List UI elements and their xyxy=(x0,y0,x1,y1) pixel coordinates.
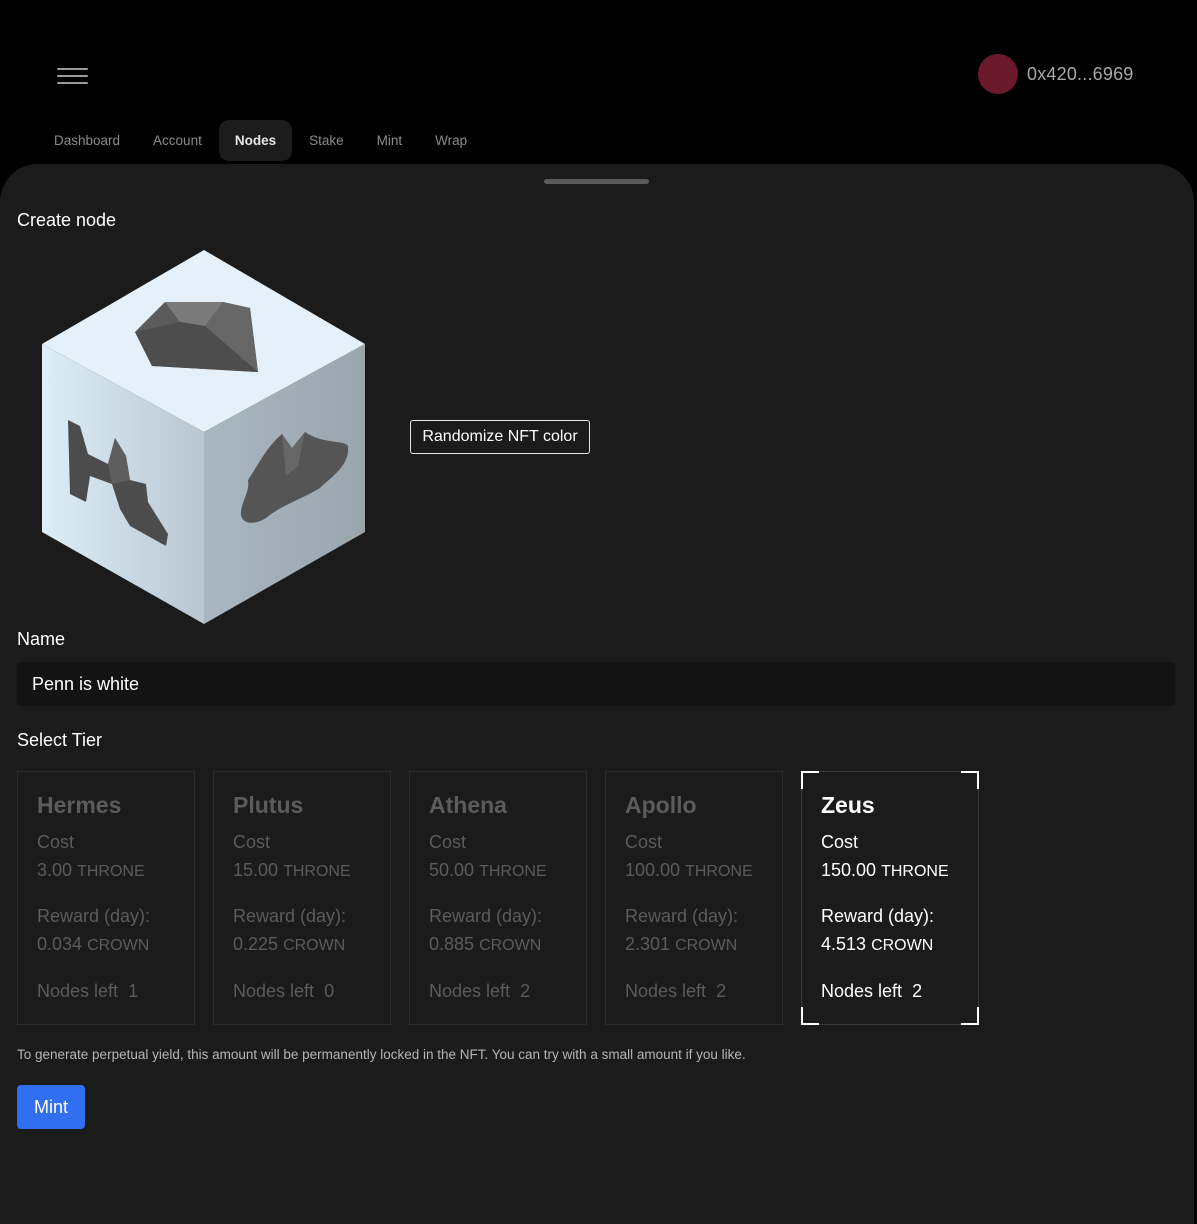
tab-mint[interactable]: Mint xyxy=(361,120,419,161)
nodes-left-count: 2 xyxy=(716,981,727,1001)
nav-tabs: Dashboard Account Nodes Stake Mint Wrap xyxy=(38,120,484,161)
tab-nodes[interactable]: Nodes xyxy=(218,120,293,161)
node-name-input[interactable] xyxy=(17,662,1175,706)
nodes-left-label: Nodes left xyxy=(625,981,707,1001)
menu-line xyxy=(57,75,88,77)
tab-wrap[interactable]: Wrap xyxy=(419,120,483,161)
cost-value: 3.00 THRONE xyxy=(37,856,175,884)
nodes-left: Nodes left 2 xyxy=(625,977,763,1005)
selection-corner xyxy=(961,771,979,789)
cost-value: 15.00 THRONE xyxy=(233,856,371,884)
nodes-left: Nodes left 2 xyxy=(429,977,567,1005)
nodes-left-label: Nodes left xyxy=(37,981,119,1001)
tier-name: Apollo xyxy=(625,792,697,818)
reward-label: Reward (day): xyxy=(37,906,151,926)
selection-corner xyxy=(801,771,819,789)
reward-value: 0.885 CROWN xyxy=(429,930,567,958)
nodes-left: Nodes left 0 xyxy=(233,977,371,1005)
reward-value: 0.225 CROWN xyxy=(233,930,371,958)
cost-unit: THRONE xyxy=(283,863,351,880)
reward-amount: 0.885 xyxy=(429,934,475,954)
reward-amount: 4.513 xyxy=(821,934,867,954)
wallet-address: 0x420...6969 xyxy=(1027,63,1134,84)
cost-value: 50.00 THRONE xyxy=(429,856,567,884)
cost-label: Cost xyxy=(233,832,271,852)
cost-amount: 100.00 xyxy=(625,860,681,880)
reward-unit: CROWN xyxy=(87,937,150,954)
reward-amount: 0.225 xyxy=(233,934,279,954)
tab-dashboard[interactable]: Dashboard xyxy=(38,120,136,161)
selection-corner xyxy=(801,1007,819,1025)
tab-stake[interactable]: Stake xyxy=(293,120,360,161)
nodes-left: Nodes left 1 xyxy=(37,977,175,1005)
reward-value: 4.513 CROWN xyxy=(821,930,959,958)
cost-amount: 150.00 xyxy=(821,860,877,880)
cost-unit: THRONE xyxy=(685,863,753,880)
cost-unit: THRONE xyxy=(881,863,949,880)
drag-handle[interactable] xyxy=(544,179,649,184)
tier-card-apollo[interactable]: Apollo Cost 100.00 THRONE Reward (day): … xyxy=(605,771,783,1025)
reward-unit: CROWN xyxy=(871,937,934,954)
selection-corner xyxy=(961,1007,979,1025)
nodes-left: Nodes left 2 xyxy=(821,977,959,1005)
reward-unit: CROWN xyxy=(283,937,346,954)
cost-label: Cost xyxy=(821,832,859,852)
wallet-button[interactable]: 0x420...6969 xyxy=(978,54,1134,94)
menu-line xyxy=(57,82,88,84)
nodes-left-label: Nodes left xyxy=(821,981,903,1001)
cost-amount: 3.00 xyxy=(37,860,73,880)
cost-value: 100.00 THRONE xyxy=(625,856,763,884)
mint-button[interactable]: Mint xyxy=(17,1085,85,1129)
nodes-left-label: Nodes left xyxy=(429,981,511,1001)
reward-amount: 0.034 xyxy=(37,934,83,954)
tier-name: Hermes xyxy=(37,792,122,818)
reward-label: Reward (day): xyxy=(233,906,347,926)
reward-label: Reward (day): xyxy=(821,906,935,926)
tier-name: Zeus xyxy=(821,792,875,818)
tier-name: Plutus xyxy=(233,792,304,818)
tier-options: Hermes Cost 3.00 THRONE Reward (day): 0.… xyxy=(17,771,997,1025)
reward-unit: CROWN xyxy=(479,937,542,954)
cost-unit: THRONE xyxy=(77,863,145,880)
cost-label: Cost xyxy=(429,832,467,852)
avatar xyxy=(978,54,1018,94)
nodes-left-count: 1 xyxy=(128,981,139,1001)
reward-amount: 2.301 xyxy=(625,934,671,954)
reward-value: 2.301 CROWN xyxy=(625,930,763,958)
tab-account[interactable]: Account xyxy=(137,120,218,161)
lock-note: To generate perpetual yield, this amount… xyxy=(17,1047,746,1062)
reward-label: Reward (day): xyxy=(625,906,739,926)
page-title: Create node xyxy=(17,210,117,230)
nft-cube-preview xyxy=(42,250,365,624)
reward-label: Reward (day): xyxy=(429,906,543,926)
reward-unit: CROWN xyxy=(675,937,738,954)
tier-card-athena[interactable]: Athena Cost 50.00 THRONE Reward (day): 0… xyxy=(409,771,587,1025)
randomize-color-button[interactable]: Randomize NFT color xyxy=(410,420,590,454)
nodes-left-count: 0 xyxy=(324,981,335,1001)
cost-value: 150.00 THRONE xyxy=(821,856,959,884)
cost-amount: 15.00 xyxy=(233,860,279,880)
tier-card-hermes[interactable]: Hermes Cost 3.00 THRONE Reward (day): 0.… xyxy=(17,771,195,1025)
nodes-left-label: Nodes left xyxy=(233,981,315,1001)
nodes-left-count: 2 xyxy=(520,981,531,1001)
nodes-left-count: 2 xyxy=(912,981,923,1001)
hamburger-menu-icon[interactable] xyxy=(57,66,88,86)
reward-value: 0.034 CROWN xyxy=(37,930,175,958)
create-node-panel: Create node Randomize NFT color Name Pen… xyxy=(0,164,1194,1224)
select-tier-label: Select Tier xyxy=(17,730,103,750)
tier-card-plutus[interactable]: Plutus Cost 15.00 THRONE Reward (day): 0… xyxy=(213,771,391,1025)
tier-card-zeus[interactable]: Zeus Cost 150.00 THRONE Reward (day): 4.… xyxy=(801,771,979,1025)
name-label: Name xyxy=(17,629,66,649)
cost-label: Cost xyxy=(37,832,75,852)
menu-line xyxy=(57,68,88,70)
cost-unit: THRONE xyxy=(479,863,547,880)
tier-name: Athena xyxy=(429,792,507,818)
cost-amount: 50.00 xyxy=(429,860,475,880)
cost-label: Cost xyxy=(625,832,663,852)
